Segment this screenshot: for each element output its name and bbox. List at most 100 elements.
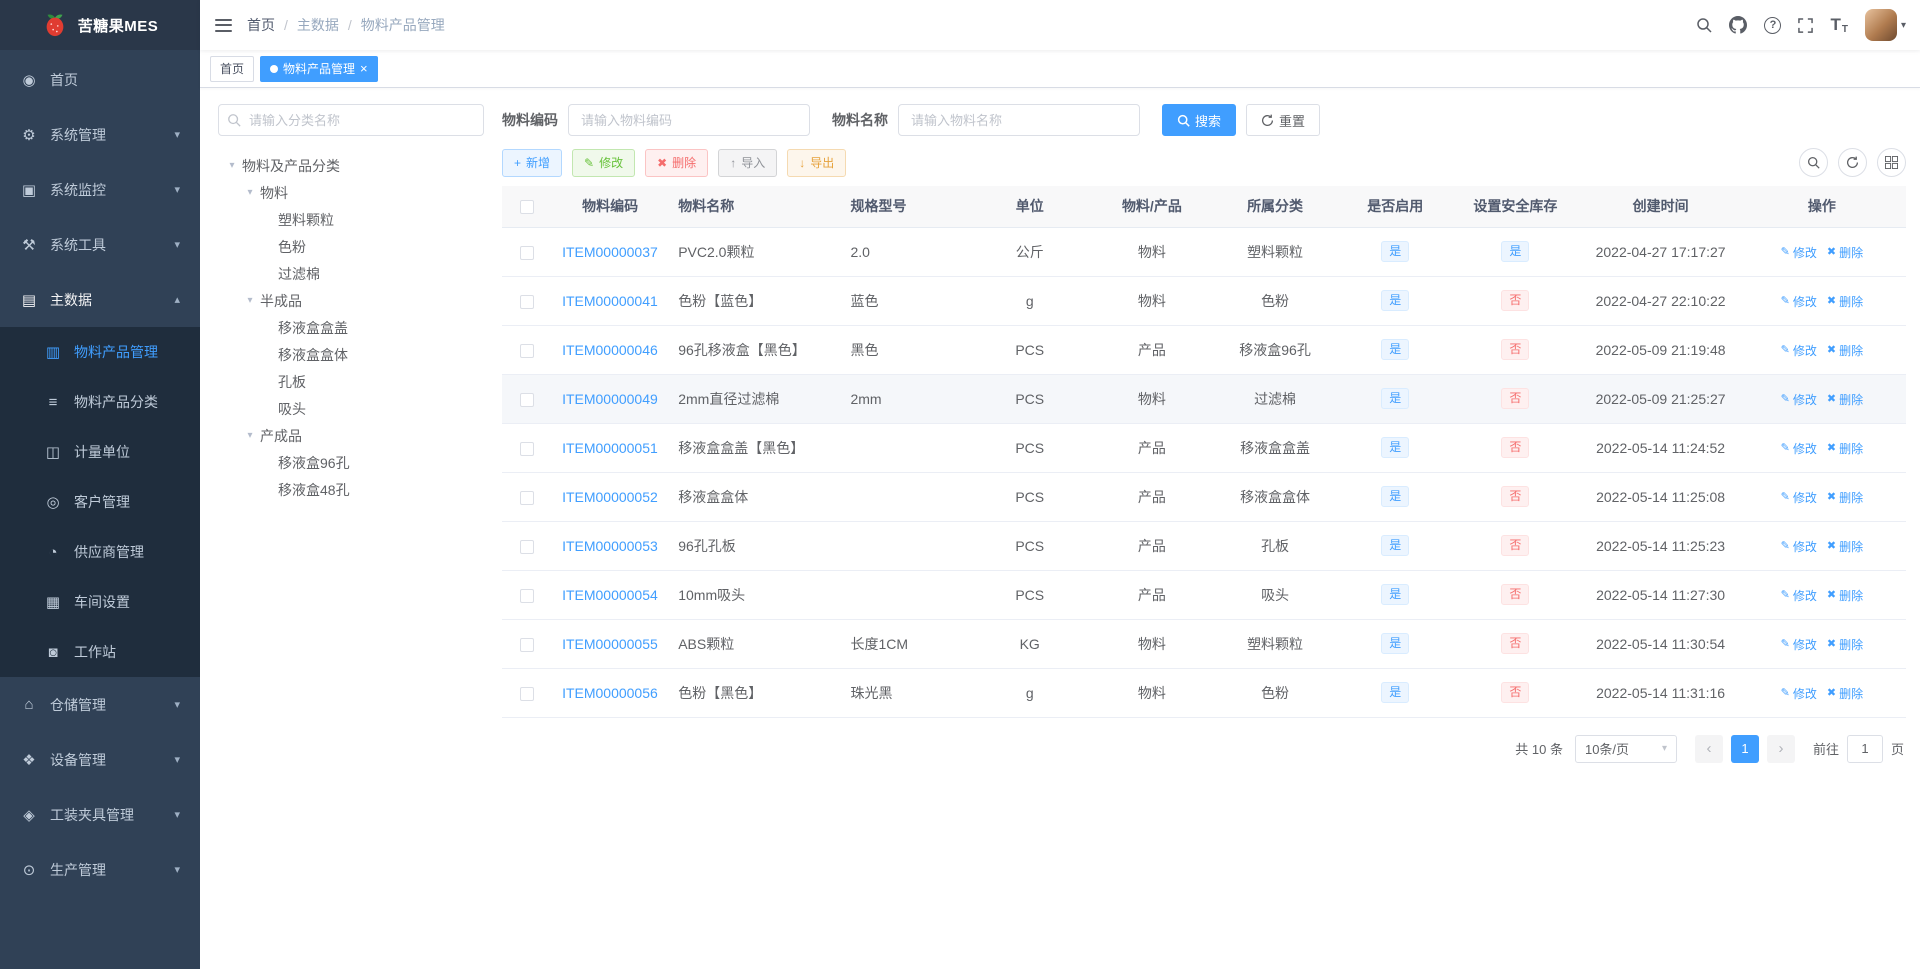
row-delete-button[interactable]: ✖ 删除 [1827,636,1863,653]
table-row[interactable]: ITEM00000041 色粉【蓝色】 蓝色 g 物料 色粉 是 否 2022-04-27 22… [502,276,1906,326]
github-icon[interactable] [1729,16,1748,34]
app-logo[interactable]: 苦糖果MES [0,0,200,50]
material-code-link[interactable]: ITEM00000049 [562,391,658,407]
row-delete-button[interactable]: ✖ 删除 [1827,489,1863,506]
toggle-search-button[interactable] [1799,148,1828,177]
row-edit-button[interactable]: ✎ 修改 [1781,293,1817,310]
export-button[interactable]: ↓ 导出 [787,148,847,177]
sidebar-item-system-monitor[interactable]: ▣ 系统监控 ▾ [0,162,200,217]
tree-node[interactable]: ▾ 半成品 [218,287,484,314]
sidebar-item-material-product-category[interactable]: ≡ 物料产品分类 [0,377,200,427]
material-code-link[interactable]: ITEM00000051 [562,440,658,456]
sidebar-item-master-data[interactable]: ▤ 主数据 ▴ [0,272,200,327]
row-delete-button[interactable]: ✖ 删除 [1827,587,1863,604]
table-row[interactable]: ITEM00000037 PVC2.0颗粒 2.0 公斤 物料 塑料颗粒 是 是 2022-04… [502,227,1906,277]
material-code-link[interactable]: ITEM00000053 [562,538,658,554]
table-row[interactable]: ITEM00000046 96孔移液盒【黑色】 黑色 PCS 产品 移液盒96孔 是 否 202… [502,325,1906,375]
header-search-icon[interactable] [1696,17,1712,33]
page-size-select[interactable]: 10条/页 ▾ [1574,734,1677,763]
row-checkbox[interactable] [520,294,535,309]
tree-node[interactable]: 塑料颗粒 [218,206,484,233]
table-row[interactable]: ITEM00000052 移液盒盒体 PCS 产品 移液盒盒体 是 否 2022-05-14 … [502,472,1906,522]
reset-button[interactable]: 重置 [1246,104,1321,136]
material-code-link[interactable]: ITEM00000056 [562,685,658,701]
sidebar-item-customer-management[interactable]: ◎ 客户管理 [0,477,200,527]
material-code-link[interactable]: ITEM00000046 [562,342,658,358]
material-code-link[interactable]: ITEM00000055 [562,636,658,652]
sidebar-item-fixture-management[interactable]: ◈ 工装夹具管理 ▾ [0,787,200,842]
tree-node[interactable]: 移液盒48孔 [218,476,484,503]
add-button[interactable]: + 新增 [502,148,563,177]
sidebar-item-workshop-settings[interactable]: ▦ 车间设置 [0,577,200,627]
row-delete-button[interactable]: ✖ 删除 [1827,342,1863,359]
sidebar-item-production-management[interactable]: ⊙ 生产管理 ▾ [0,842,200,897]
sidebar-item-system-tools[interactable]: ⚒ 系统工具 ▾ [0,217,200,272]
page-number-button[interactable]: 1 [1730,734,1759,763]
tree-node[interactable]: ▾ 物料 [218,179,484,206]
row-edit-button[interactable]: ✎ 修改 [1781,685,1817,702]
sidebar-toggle-button[interactable] [200,0,247,50]
table-row[interactable]: ITEM00000049 2mm直径过滤棉 2mm PCS 物料 过滤棉 是 否 2022-05… [502,374,1906,424]
row-checkbox[interactable] [520,441,535,456]
table-row[interactable]: ITEM00000054 10mm吸头 PCS 产品 吸头 是 否 2022-05-14 11… [502,570,1906,620]
select-all-checkbox[interactable] [520,200,535,215]
tree-node[interactable]: 孔板 [218,368,484,395]
row-edit-button[interactable]: ✎ 修改 [1781,538,1817,555]
tree-node[interactable]: ▾ 产成品 [218,422,484,449]
tab-item[interactable]: 物料产品管理 × [260,55,378,82]
breadcrumb-item[interactable]: 主数据 [297,15,339,35]
breadcrumb-item[interactable]: 首页 [247,15,275,35]
breadcrumb-item[interactable]: 物料产品管理 [361,15,445,35]
close-icon[interactable]: × [360,62,368,75]
column-settings-button[interactable] [1877,148,1906,177]
material-code-link[interactable]: ITEM00000052 [562,489,658,505]
row-edit-button[interactable]: ✎ 修改 [1781,391,1817,408]
tree-node[interactable]: ▾ 物料及产品分类 [218,152,484,179]
goto-page-input[interactable] [1846,734,1883,763]
material-code-link[interactable]: ITEM00000041 [562,293,658,309]
row-edit-button[interactable]: ✎ 修改 [1781,342,1817,359]
tree-node[interactable]: 移液盒96孔 [218,449,484,476]
sidebar-item-workstation[interactable]: ◙ 工作站 [0,627,200,677]
fullscreen-icon[interactable] [1798,17,1814,33]
search-button[interactable]: 搜索 [1162,104,1237,136]
material-code-link[interactable]: ITEM00000054 [562,587,658,603]
row-checkbox[interactable] [520,392,535,407]
help-icon[interactable]: ? [1764,16,1782,34]
tree-node[interactable]: 移液盒盒盖 [218,314,484,341]
row-delete-button[interactable]: ✖ 删除 [1827,293,1863,310]
table-row[interactable]: ITEM00000051 移液盒盒盖【黑色】 PCS 产品 移液盒盒盖 是 否 2022-05… [502,423,1906,473]
next-page-button[interactable]: › [1766,734,1795,763]
row-checkbox[interactable] [520,539,535,554]
edit-button[interactable]: ✎ 修改 [572,148,636,177]
row-delete-button[interactable]: ✖ 删除 [1827,685,1863,702]
table-row[interactable]: ITEM00000056 色粉【黑色】 珠光黑 g 物料 色粉 是 否 2022-05-14 1… [502,668,1906,718]
row-checkbox[interactable] [520,245,535,260]
tree-node[interactable]: 过滤棉 [218,260,484,287]
sidebar-item-system-management[interactable]: ⚙ 系统管理 ▾ [0,107,200,162]
row-checkbox[interactable] [520,490,535,505]
row-edit-button[interactable]: ✎ 修改 [1781,636,1817,653]
sidebar-item-measurement-unit[interactable]: ◫ 计量单位 [0,427,200,477]
tree-node[interactable]: 色粉 [218,233,484,260]
sidebar-item-equipment-management[interactable]: ❖ 设备管理 ▾ [0,732,200,787]
font-size-icon[interactable]: TT [1830,15,1848,35]
row-edit-button[interactable]: ✎ 修改 [1781,489,1817,506]
sidebar-item-material-product-management[interactable]: ▥ 物料产品管理 [0,327,200,377]
tab-item[interactable]: 首页 [210,55,255,82]
row-edit-button[interactable]: ✎ 修改 [1781,244,1817,261]
row-checkbox[interactable] [520,588,535,603]
row-checkbox[interactable] [520,686,535,701]
user-menu[interactable]: ▾ [1864,9,1906,41]
material-name-input[interactable] [898,104,1140,136]
prev-page-button[interactable]: ‹ [1694,734,1723,763]
refresh-button[interactable] [1838,148,1867,177]
table-row[interactable]: ITEM00000055 ABS颗粒 长度1CM KG 物料 塑料颗粒 是 否 2022-05-… [502,619,1906,669]
tree-node[interactable]: 吸头 [218,395,484,422]
sidebar-item-supplier-management[interactable]: ◔ 供应商管理 [0,527,200,577]
row-delete-button[interactable]: ✖ 删除 [1827,440,1863,457]
category-search-input[interactable] [218,104,484,136]
row-checkbox[interactable] [520,637,535,652]
material-code-link[interactable]: ITEM00000037 [562,244,658,260]
sidebar-item-warehouse-management[interactable]: ⌂ 仓储管理 ▾ [0,677,200,732]
